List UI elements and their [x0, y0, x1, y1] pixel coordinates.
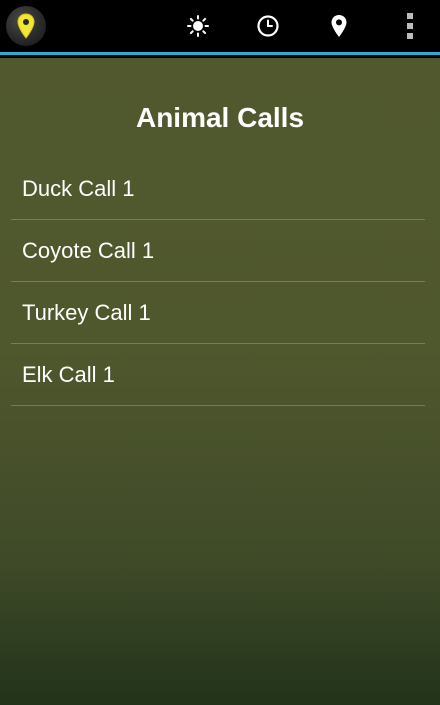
sun-icon — [187, 15, 209, 37]
brightness-button[interactable] — [168, 0, 228, 52]
list-item-label: Elk Call 1 — [22, 361, 115, 387]
list-item-duck-call[interactable]: Duck Call 1 — [11, 158, 425, 220]
app-logo[interactable] — [6, 6, 46, 46]
clock-icon — [257, 15, 279, 37]
list-item-elk-call[interactable]: Elk Call 1 — [11, 344, 425, 406]
list-item-label: Turkey Call 1 — [22, 299, 151, 325]
list-item-turkey-call[interactable]: Turkey Call 1 — [11, 282, 425, 344]
main-content: Animal Calls Duck Call 1 Coyote Call 1 T… — [0, 58, 440, 705]
list-item-label: Coyote Call 1 — [22, 237, 155, 263]
timer-button[interactable] — [238, 0, 298, 52]
list-item-label: Duck Call 1 — [22, 175, 135, 201]
animal-call-list: Duck Call 1 Coyote Call 1 Turkey Call 1 … — [11, 158, 425, 406]
location-button[interactable] — [309, 0, 369, 52]
map-pin-icon — [17, 13, 35, 39]
overflow-menu-icon — [407, 13, 413, 39]
overflow-menu-button[interactable] — [380, 0, 440, 52]
location-pin-icon — [331, 15, 347, 37]
list-item-coyote-call[interactable]: Coyote Call 1 — [11, 220, 425, 282]
page-title: Animal Calls — [135, 102, 305, 133]
action-bar — [0, 0, 440, 55]
